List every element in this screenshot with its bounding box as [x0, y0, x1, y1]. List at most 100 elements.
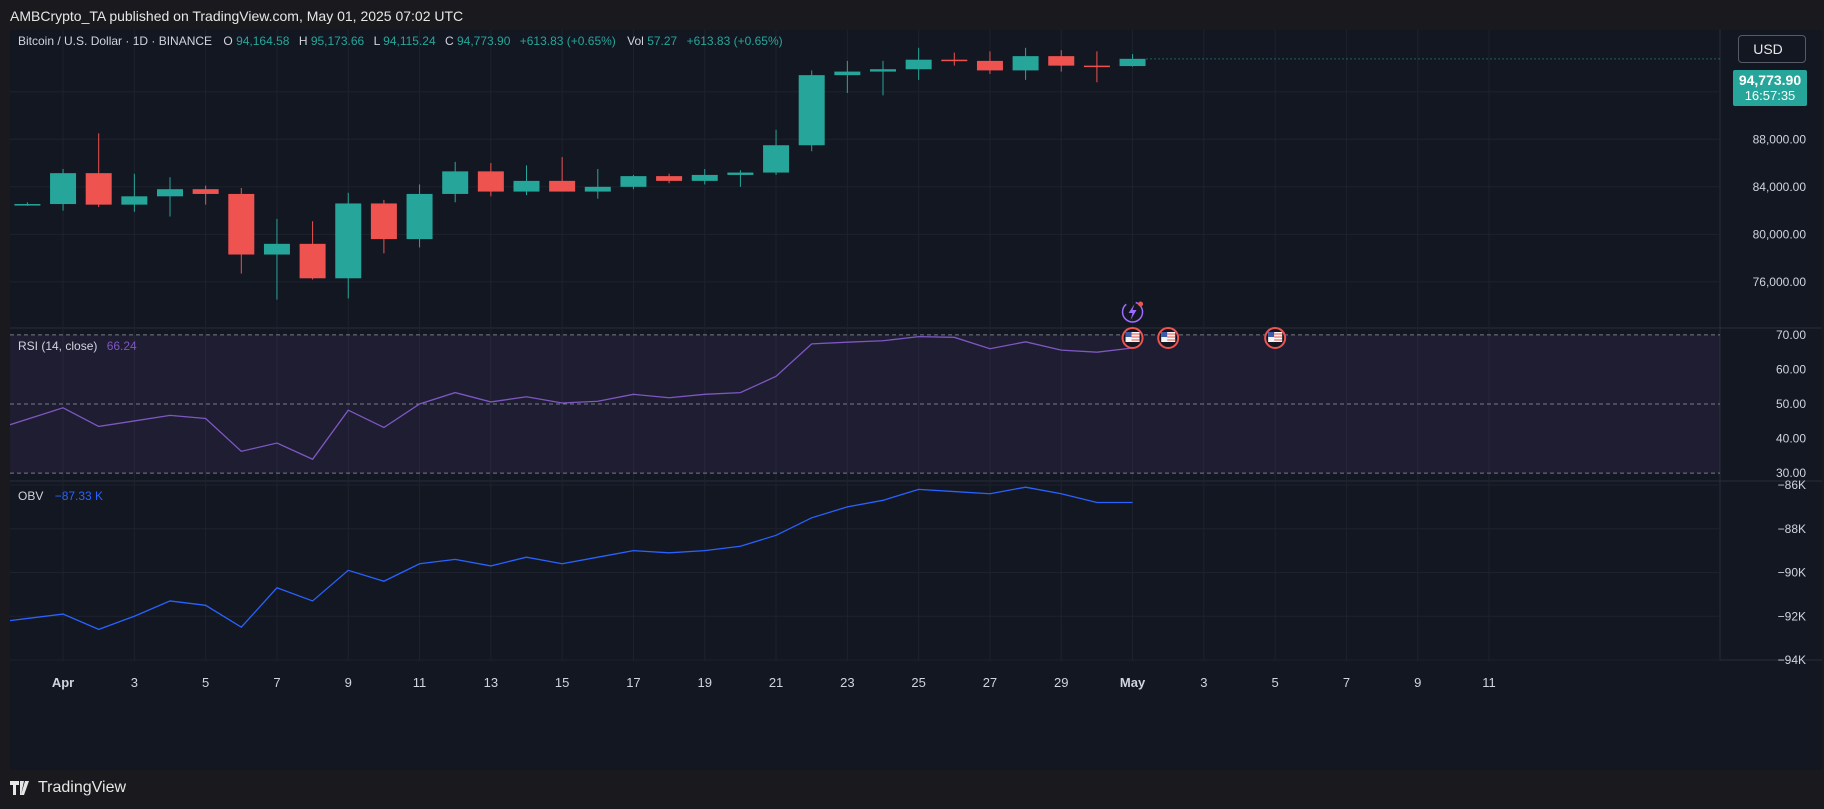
- candle-body: [691, 174, 718, 181]
- price-tick-label: 80,000.00: [1753, 227, 1807, 241]
- tradingview-logo-icon: [10, 781, 29, 795]
- flag-canton: [1161, 332, 1168, 337]
- open-value: 94,164.58: [236, 34, 290, 48]
- x-tick-label: 27: [983, 675, 997, 690]
- obv-tick-label: −94K: [1778, 653, 1806, 667]
- flag-canton: [1268, 332, 1275, 337]
- candle-body: [1012, 56, 1039, 71]
- last-price-badge: 94,773.90 16:57:35: [1733, 70, 1807, 106]
- x-tick-label: May: [1120, 675, 1146, 690]
- candle-body: [763, 145, 790, 173]
- lightning-dot: [1138, 301, 1144, 307]
- obv-current: −87.33 K: [55, 489, 103, 503]
- bar-countdown: 16:57:35: [1744, 88, 1796, 103]
- price-tick-label: 88,000.00: [1753, 132, 1807, 146]
- candle-body: [263, 243, 290, 255]
- candle-body: [335, 203, 362, 279]
- candle-body: [157, 189, 183, 197]
- footer-brand: TradingView: [38, 779, 127, 796]
- candle-body: [870, 69, 896, 72]
- us-flag-event-icon: [1264, 327, 1287, 349]
- candle-body: [976, 60, 1003, 71]
- obv-tick-label: −86K: [1778, 478, 1806, 492]
- x-tick-label: 29: [1054, 675, 1068, 690]
- candle-body: [1048, 56, 1075, 66]
- obv-tick-label: −90K: [1778, 566, 1806, 580]
- x-tick-label: 19: [698, 675, 712, 690]
- x-tick-label: 5: [202, 675, 209, 690]
- rsi-current: 66.24: [107, 339, 137, 353]
- x-tick-label: Apr: [52, 675, 74, 690]
- candle-body: [727, 172, 754, 175]
- candle-body: [50, 173, 77, 205]
- change-value: +613.83 (+0.65%): [520, 34, 616, 48]
- x-tick-label: 17: [626, 675, 640, 690]
- x-tick-label: 7: [273, 675, 280, 690]
- x-tick-label: 3: [131, 675, 138, 690]
- svg-text:Bitcoin / U.S. Dollar · 1D · B: Bitcoin / U.S. Dollar · 1D · BINANCE O 9…: [18, 34, 783, 48]
- candle-body: [192, 189, 219, 194]
- rsi-tick-label: 50.00: [1776, 397, 1806, 411]
- rsi-tick-label: 40.00: [1776, 432, 1806, 446]
- rsi-tick-label: 70.00: [1776, 328, 1806, 342]
- x-tick-label: 9: [1414, 675, 1421, 690]
- x-tick-label: 3: [1200, 675, 1207, 690]
- x-tick-label: 21: [769, 675, 783, 690]
- candle-body: [14, 204, 41, 206]
- obv-tick-label: −88K: [1778, 522, 1806, 536]
- candle-body: [798, 75, 825, 146]
- last-price: 94,773.90: [1738, 72, 1802, 88]
- candle-body: [584, 186, 611, 192]
- close-label: C: [445, 34, 454, 48]
- obv-line: [10, 486, 1133, 631]
- price-tick-label: 84,000.00: [1753, 180, 1807, 194]
- chart-frame[interactable]: 76,000.0080,000.0084,000.0088,000.0092,0…: [10, 30, 1822, 770]
- candle-body: [620, 176, 647, 187]
- close-value: 94,773.90: [457, 34, 511, 48]
- candle-body: [228, 193, 255, 255]
- open-label: O: [223, 34, 232, 48]
- volume-label: Vol: [627, 34, 644, 48]
- candle-body: [85, 173, 112, 205]
- volume-value: 57.27: [647, 34, 677, 48]
- low-value: 94,115.24: [383, 34, 436, 48]
- candle-body: [442, 171, 469, 194]
- low-label: L: [374, 34, 381, 48]
- footer: TradingView: [10, 779, 126, 797]
- x-tick-label: 11: [1482, 675, 1496, 690]
- candle-body: [549, 180, 576, 192]
- candle-body: [513, 180, 540, 192]
- svg-text:RSI (14, close) 66.24: RSI (14, close) 66.24: [18, 339, 137, 353]
- flag-canton: [1125, 332, 1132, 337]
- x-tick-label: 9: [345, 675, 352, 690]
- x-tick-label: 15: [555, 675, 569, 690]
- x-tick-label: 13: [484, 675, 498, 690]
- us-flag-event-icon: [1121, 327, 1144, 349]
- x-tick-label: 7: [1343, 675, 1350, 690]
- currency-button[interactable]: USD: [1738, 35, 1806, 63]
- candle-body: [1083, 65, 1110, 68]
- publisher-header: AMBCrypto_TA published on TradingView.co…: [10, 8, 464, 24]
- candle-body: [941, 59, 968, 62]
- candle-body: [656, 176, 683, 181]
- rsi-title: RSI (14, close): [18, 339, 97, 353]
- chart-svg[interactable]: 76,000.0080,000.0084,000.0088,000.0092,0…: [10, 30, 1822, 770]
- candle-body: [905, 59, 932, 70]
- svg-text:OBV −87.33 K: OBV −87.33 K: [18, 489, 103, 503]
- high-value: 95,173.66: [311, 34, 365, 48]
- price-tick-label: 76,000.00: [1753, 275, 1807, 289]
- volume-change: +613.83 (+0.65%): [687, 34, 783, 48]
- obv-panel: [10, 486, 1133, 631]
- candle-body: [299, 243, 326, 279]
- candle-body: [121, 196, 148, 205]
- high-label: H: [299, 34, 308, 48]
- candle-body: [406, 193, 433, 240]
- candle-body: [477, 171, 504, 192]
- x-tick-label: 25: [911, 675, 925, 690]
- candles: [14, 47, 1146, 300]
- symbol-label: Bitcoin / U.S. Dollar · 1D · BINANCE: [18, 34, 212, 48]
- candle-body: [834, 71, 861, 76]
- x-tick-label: 5: [1272, 675, 1279, 690]
- candle-body: [370, 203, 397, 240]
- rsi-panel: [10, 334, 1720, 474]
